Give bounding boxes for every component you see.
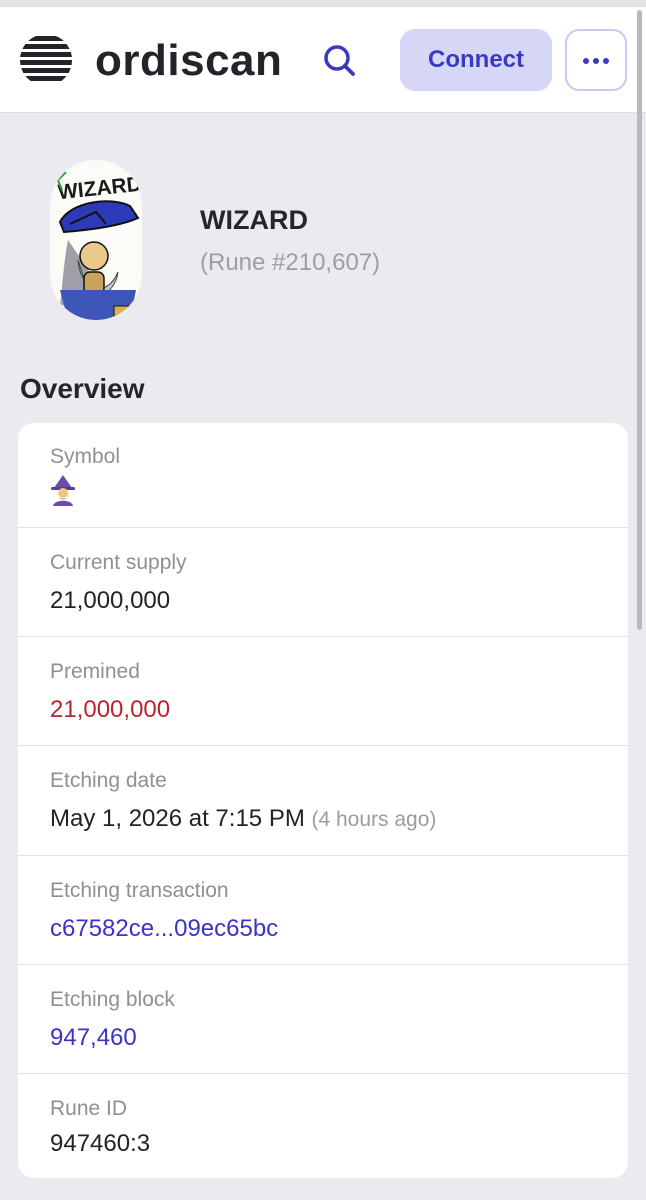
etching-date-relative: (4 hours ago)	[311, 808, 437, 831]
brand-name[interactable]: ordiscan	[95, 35, 282, 87]
search-icon[interactable]	[318, 39, 362, 83]
site-header: ordiscan Connect	[0, 7, 646, 113]
etching-block-link[interactable]: 947,460	[50, 1024, 137, 1052]
page-scrollbar[interactable]	[637, 10, 642, 630]
etching-date-value: May 1, 2026 at 7:15 PM (4 hours ago)	[50, 805, 436, 833]
rune-image: WIZARD	[50, 160, 142, 320]
rune-name: WIZARD	[200, 205, 308, 235]
current-supply-row: Current supply 21,000,000	[18, 528, 628, 637]
premined-value: 21,000,000	[50, 696, 171, 723]
ordiscan-logo[interactable]	[20, 34, 72, 86]
rune-id-label: Rune ID	[50, 1097, 128, 1120]
more-dot-icon	[583, 58, 589, 64]
etching-date-row: Etching date May 1, 2026 at 7:15 PM (4 h…	[18, 746, 628, 856]
rune-id-value: 947460:3	[50, 1130, 151, 1157]
symbol-row: Symbol	[18, 423, 628, 528]
current-supply-value: 21,000,000	[50, 587, 171, 614]
current-supply-label: Current supply	[50, 551, 187, 574]
overview-title: Overview	[20, 373, 145, 404]
etching-transaction-label: Etching transaction	[50, 879, 229, 902]
more-dot-icon	[593, 58, 599, 64]
page: ordiscan Connect WIZARD WIZARD (Rune #21…	[0, 0, 646, 1200]
rune-number: (Rune #210,607)	[200, 249, 381, 276]
etching-transaction-link[interactable]: c67582ce...09ec65bc	[50, 915, 278, 943]
premined-row: Premined 21,000,000	[18, 637, 628, 746]
premined-label: Premined	[50, 660, 140, 683]
overview-card: Symbol Current supply 21,000,000 Premine…	[18, 423, 628, 1178]
etching-date-text: May 1, 2026 at 7:15 PM	[50, 805, 305, 832]
etching-block-row: Etching block 947,460	[18, 965, 628, 1074]
rune-id-row: Rune ID 947460:3	[18, 1074, 628, 1178]
mage-emoji-icon	[51, 475, 75, 506]
etching-date-label: Etching date	[50, 769, 167, 792]
status-strip	[0, 0, 646, 7]
etching-transaction-row: Etching transaction c67582ce...09ec65bc	[18, 856, 628, 965]
more-dot-icon	[603, 58, 609, 64]
etching-block-label: Etching block	[50, 988, 175, 1011]
connect-button[interactable]: Connect	[400, 29, 552, 91]
more-menu-button[interactable]	[565, 29, 627, 91]
symbol-label: Symbol	[50, 445, 121, 468]
